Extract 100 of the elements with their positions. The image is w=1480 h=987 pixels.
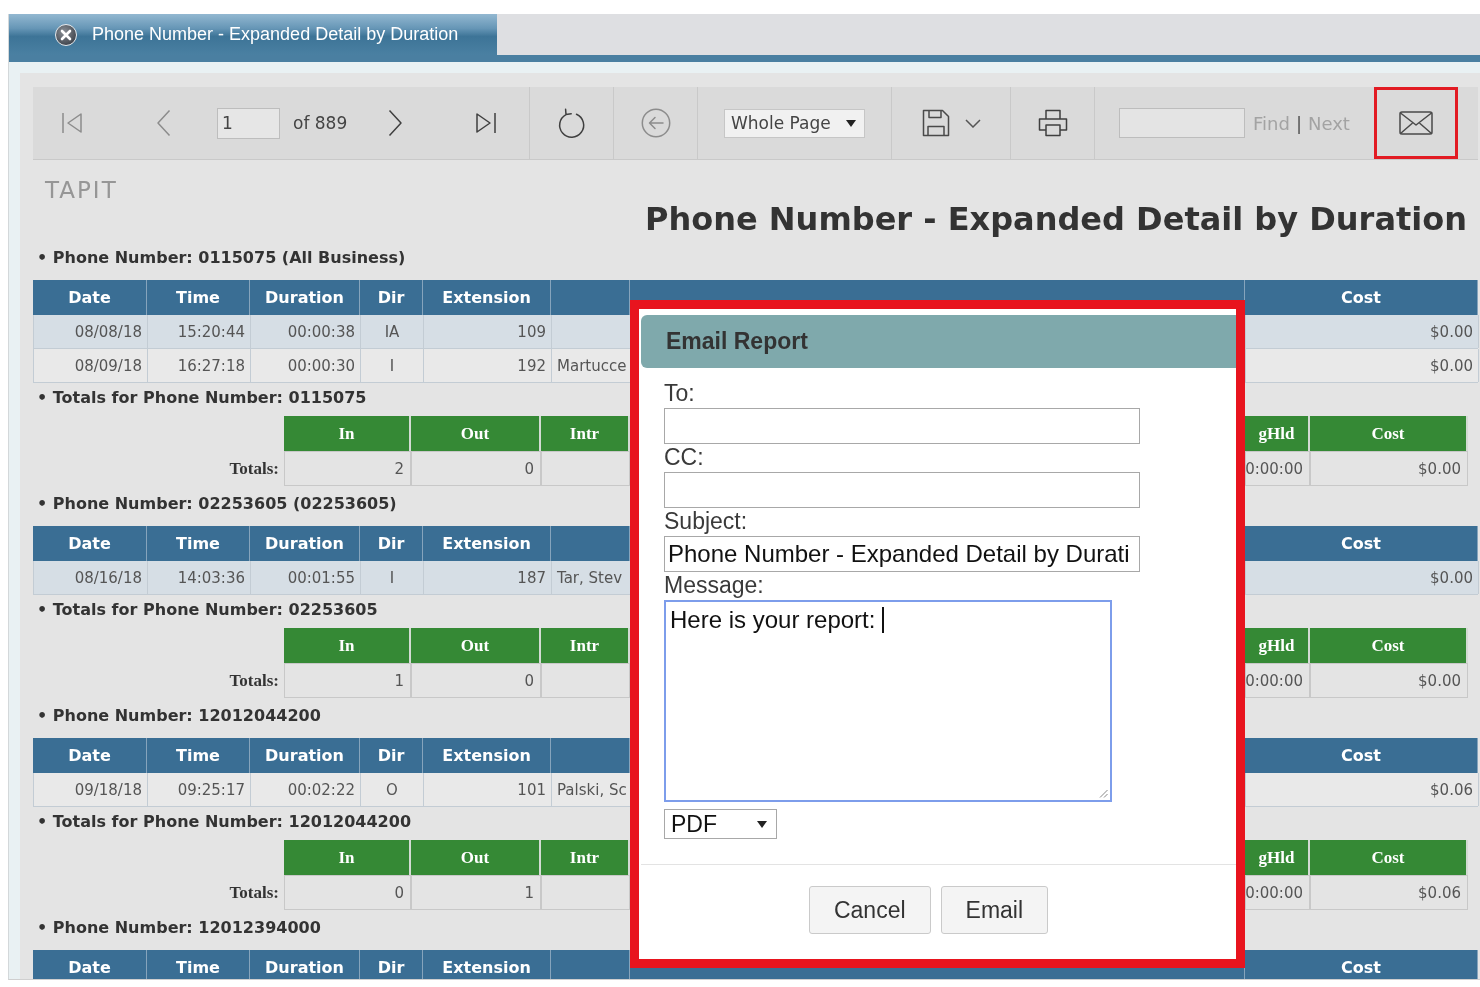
table-cell: 15:20:44 — [148, 315, 251, 348]
column-header: Extension — [423, 950, 551, 979]
text-field[interactable]: Phone Number - Expanded Detail by Durati — [664, 536, 1140, 572]
section-heading: • Totals for Phone Number: 02253605 — [37, 599, 378, 621]
table-cell: 16:27:18 — [148, 349, 251, 382]
column-header: Dir — [360, 950, 423, 979]
field-label: Message: — [664, 572, 764, 598]
table-cell: 2 — [284, 451, 411, 486]
table-cell: $0.06 — [1310, 875, 1468, 910]
link-separator: | — [1295, 112, 1302, 134]
table-cell: I — [361, 561, 424, 594]
chevron-down-icon — [964, 118, 981, 128]
column-header: In — [284, 628, 411, 663]
column-header: Out — [411, 416, 541, 451]
text-cursor-icon — [882, 607, 885, 633]
cancel-button[interactable]: Cancel — [808, 886, 931, 934]
column-header: In — [284, 416, 411, 451]
table-cell: 192 — [424, 349, 552, 382]
dialog-title-bar: Email Report — [641, 315, 1236, 368]
column-header: Time — [147, 950, 250, 979]
chevron-right-icon — [388, 109, 404, 137]
table-cell: $0.00 — [1246, 315, 1479, 348]
field-label: To: — [664, 380, 695, 406]
table-cell: $0.00 — [1246, 349, 1479, 382]
close-icon[interactable] — [55, 23, 77, 46]
envelope-icon — [1399, 111, 1433, 135]
table-cell: 1 — [411, 875, 541, 910]
table-cell: O — [361, 773, 424, 806]
table-cell: $0.06 — [1246, 773, 1479, 806]
column-header: Cost — [1310, 416, 1468, 451]
report-tab[interactable]: Phone Number - Expanded Detail by Duration — [9, 14, 497, 55]
refresh-button[interactable] — [556, 107, 587, 139]
next-page-button[interactable] — [388, 109, 404, 137]
message-field[interactable]: Here is your report: — [664, 600, 1112, 802]
section-heading: • Phone Number: 12012394000 — [37, 917, 321, 939]
table-cell: 0:00:00 — [1245, 663, 1310, 698]
table-cell: 0 — [411, 451, 541, 486]
section-heading: • Phone Number: 02253605 (02253605) — [37, 493, 397, 515]
table-cell: $0.00 — [1310, 663, 1468, 698]
field-label: CC: — [664, 444, 704, 470]
column-header: Out — [411, 840, 541, 875]
column-header: Cost — [1310, 628, 1468, 663]
table-cell: 00:00:30 — [251, 349, 361, 382]
table-cell: 08/08/18 — [34, 315, 148, 348]
logo-text: TAPIT — [45, 180, 119, 200]
column-header: Cost — [1310, 840, 1468, 875]
resize-grip-icon — [1099, 789, 1108, 798]
table-cell: 09/18/18 — [34, 773, 148, 806]
table-cell: 101 — [424, 773, 552, 806]
totals-label: Totals: — [229, 458, 279, 479]
caret-down-icon — [757, 820, 767, 828]
text-field[interactable] — [664, 408, 1140, 444]
table-cell: 08/16/18 — [34, 561, 148, 594]
chevron-left-icon — [156, 109, 171, 137]
column-header: Out — [411, 628, 541, 663]
last-page-button[interactable] — [476, 112, 497, 134]
zoom-select[interactable]: Whole Page — [724, 108, 865, 138]
totals-label: Totals: — [229, 882, 279, 903]
section-heading: • Phone Number: 12012044200 — [37, 705, 321, 727]
table-cell: 0:00:00 — [1245, 875, 1310, 910]
report-title: Phone Number - Expanded Detail by Duration — [643, 200, 1468, 238]
table-cell: I — [361, 349, 424, 382]
page-count: of 889 — [293, 113, 348, 133]
field-label: Subject: — [664, 508, 748, 534]
table-cell: 00:00:38 — [251, 315, 361, 348]
table-cell: 1 — [284, 663, 411, 698]
email-send-button[interactable]: Email — [940, 886, 1049, 934]
table-cell: $0.00 — [1246, 561, 1479, 594]
table-cell: 0:00:00 — [1245, 451, 1310, 486]
table-cell: 187 — [424, 561, 552, 594]
table-cell: 00:02:22 — [251, 773, 361, 806]
column-header: Duration — [250, 950, 360, 979]
first-page-icon — [62, 112, 82, 134]
table-cell: 08/09/18 — [34, 349, 148, 382]
table-cell: 00:01:55 — [251, 561, 361, 594]
totals-label: Totals: — [229, 670, 279, 691]
table-cell: $0.00 — [1310, 451, 1468, 486]
table-cell: 0 — [411, 663, 541, 698]
caret-down-icon — [846, 119, 856, 127]
table-cell: 109 — [424, 315, 552, 348]
section-heading: • Totals for Phone Number: 0115075 — [37, 387, 367, 409]
table-cell: 09:25:17 — [148, 773, 251, 806]
email-button[interactable] — [1374, 87, 1458, 159]
find-field[interactable] — [1119, 108, 1245, 138]
save-menu-button[interactable] — [921, 109, 981, 137]
table-cell: IA — [361, 315, 424, 348]
table-cell: 0 — [284, 875, 411, 910]
printer-icon — [1037, 109, 1068, 137]
page-number-field[interactable]: 1 — [217, 107, 280, 139]
column-header: Date — [33, 950, 147, 979]
section-heading: • Totals for Phone Number: 12012044200 — [37, 811, 411, 833]
refresh-icon — [556, 107, 587, 139]
format-select[interactable]: PDF — [664, 809, 777, 839]
arrow-circle-left-icon — [640, 108, 671, 138]
print-button[interactable] — [1037, 109, 1068, 137]
last-page-icon — [476, 112, 497, 134]
section-heading: • Phone Number: 0115075 (All Business) — [37, 247, 406, 269]
text-field[interactable] — [664, 472, 1140, 508]
column-header: In — [284, 840, 411, 875]
table-cell: 14:03:36 — [148, 561, 251, 594]
